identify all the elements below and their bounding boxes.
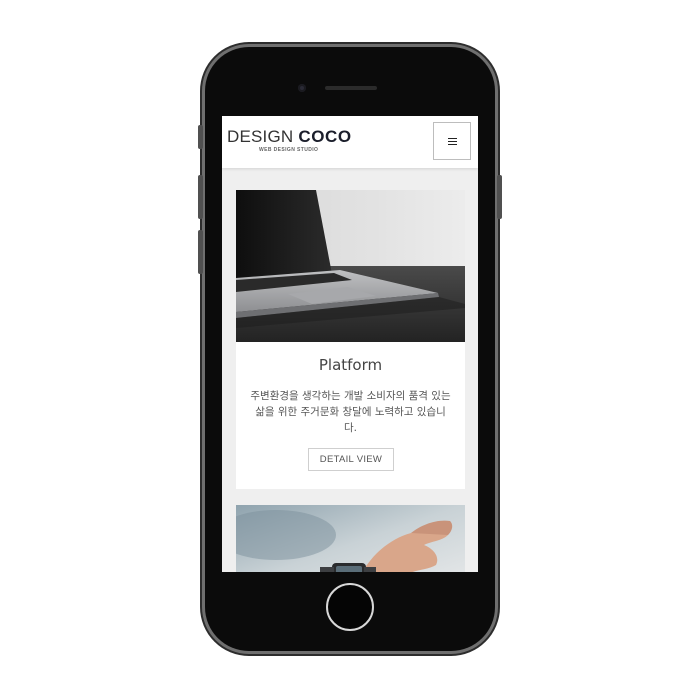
front-camera bbox=[298, 84, 306, 92]
mute-switch bbox=[198, 125, 203, 149]
home-button[interactable] bbox=[326, 583, 374, 631]
logo-text-bold: COCO bbox=[298, 127, 352, 146]
smartwatch-photo bbox=[236, 505, 465, 572]
hamburger-menu-icon bbox=[447, 137, 457, 145]
card-description: 주변환경을 생각하는 개발 소비자의 품격 있는 삶을 위한 주거문화 창달에 … bbox=[250, 390, 451, 434]
stage: DESIGN COCO WEB DESIGN STUDIO Platform 주… bbox=[0, 0, 700, 700]
volume-up-button bbox=[198, 175, 203, 219]
site-header: DESIGN COCO WEB DESIGN STUDIO bbox=[222, 116, 478, 168]
smartwatch-card bbox=[236, 505, 465, 572]
platform-card: Platform 주변환경을 생각하는 개발 소비자의 품격 있는 삶을 위한 … bbox=[236, 190, 465, 489]
phone-mockup: DESIGN COCO WEB DESIGN STUDIO Platform 주… bbox=[198, 47, 502, 651]
logo-tagline: WEB DESIGN STUDIO bbox=[259, 147, 319, 153]
menu-button[interactable] bbox=[433, 122, 471, 160]
earpiece-speaker bbox=[325, 86, 377, 90]
card-title: Platform bbox=[318, 356, 383, 374]
logo-wordmark: DESIGN COCO bbox=[227, 128, 352, 146]
laptop-photo bbox=[236, 190, 465, 342]
site-logo[interactable]: DESIGN COCO WEB DESIGN STUDIO bbox=[227, 128, 352, 154]
logo-text-light: DESIGN bbox=[227, 127, 299, 146]
power-button bbox=[497, 175, 502, 219]
detail-view-button[interactable]: DETAIL VIEW bbox=[308, 448, 394, 471]
volume-down-button bbox=[198, 230, 203, 274]
phone-screen: DESIGN COCO WEB DESIGN STUDIO Platform 주… bbox=[222, 116, 478, 572]
